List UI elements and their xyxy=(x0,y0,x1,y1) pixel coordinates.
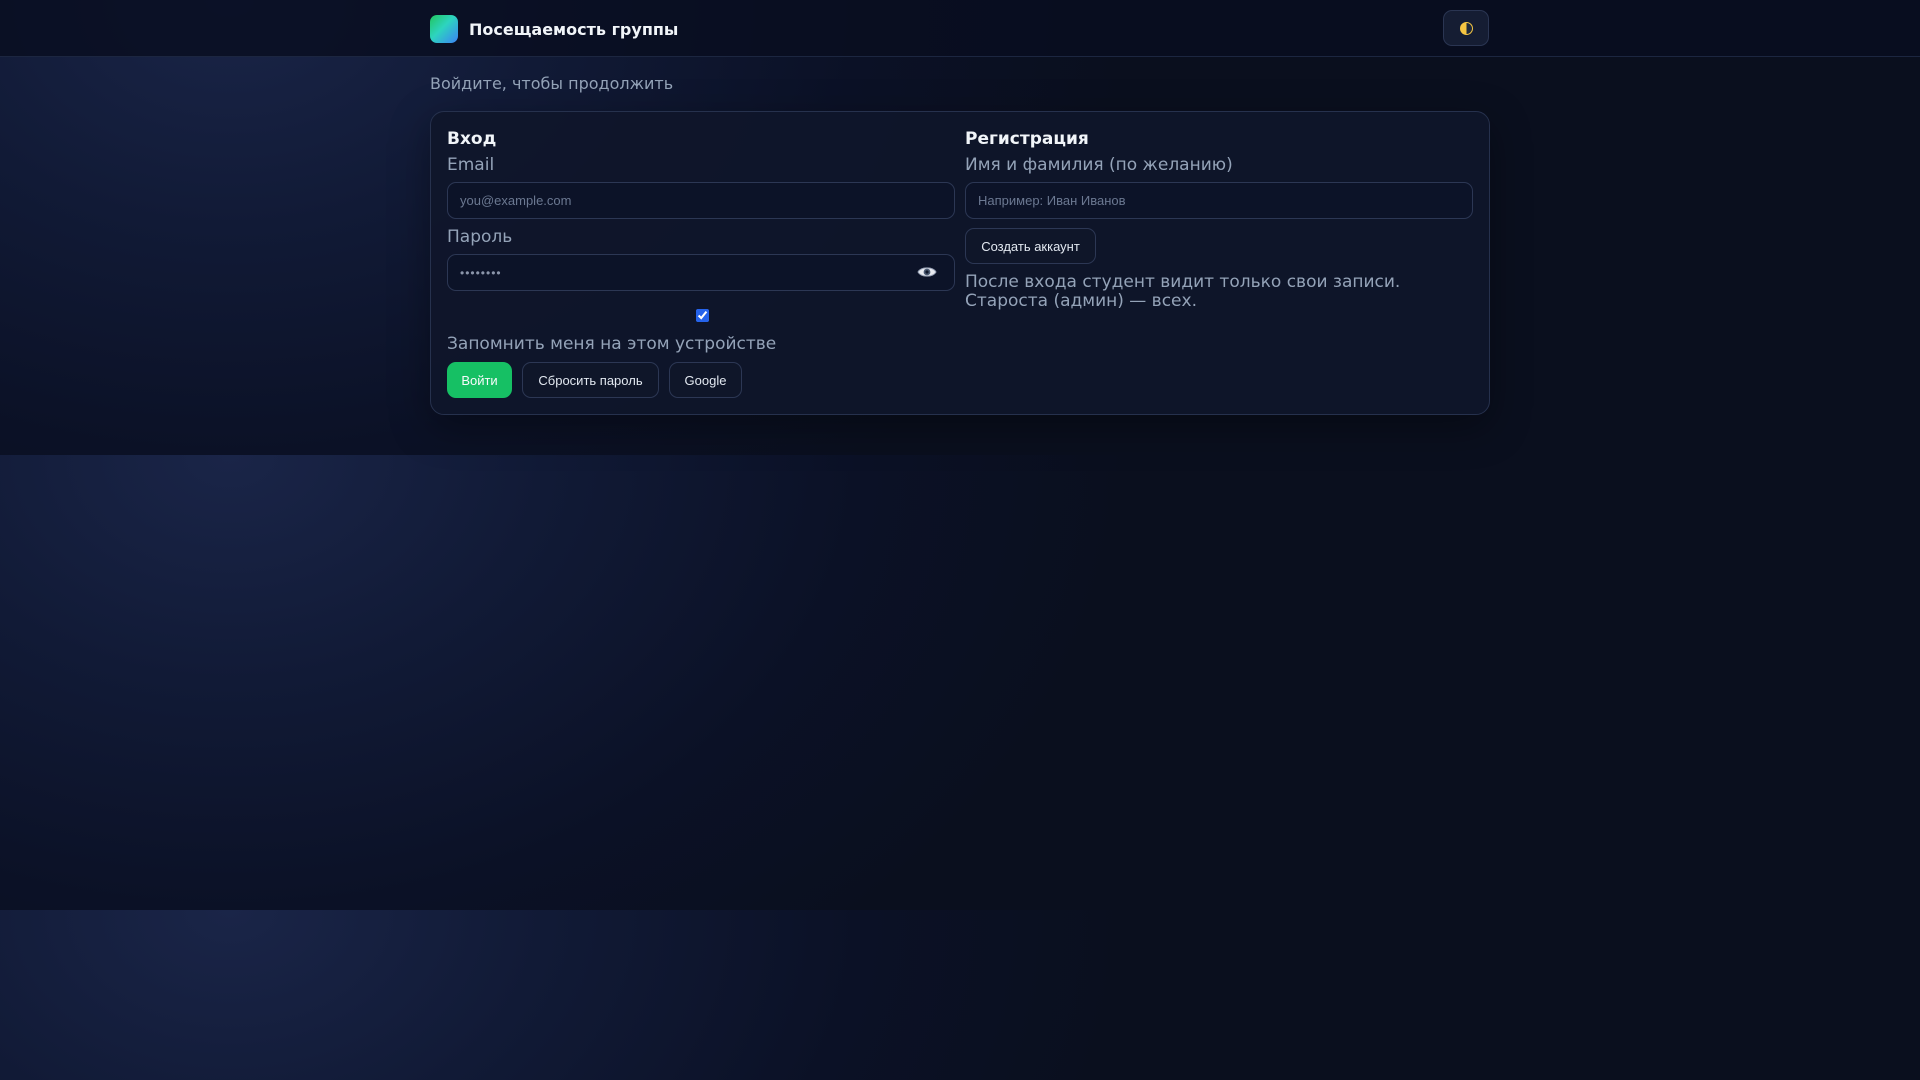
create-account-button[interactable]: Создать аккаунт xyxy=(965,228,1096,264)
password-input[interactable] xyxy=(447,254,955,291)
full-name-label: Имя и фамилия (по желанию) xyxy=(965,155,1233,175)
access-note: После входа студент видит только свои за… xyxy=(965,272,1401,311)
email-input[interactable] xyxy=(447,182,955,219)
background-band xyxy=(0,910,1920,1080)
app-logo-icon xyxy=(430,15,458,43)
email-label: Email xyxy=(447,155,495,175)
top-bar: Посещаемость группы xyxy=(0,0,1920,57)
page-subtitle: Войдите, чтобы продолжить xyxy=(430,74,674,93)
half-moon-icon xyxy=(1459,21,1473,35)
brand: Посещаемость группы xyxy=(430,15,678,43)
register-title: Регистрация xyxy=(965,129,1089,149)
login-button[interactable]: Войти xyxy=(447,362,512,398)
app-title: Посещаемость группы xyxy=(469,19,679,39)
theme-toggle-button[interactable] xyxy=(1443,10,1489,46)
remember-me-label: Запомнить меня на этом устройстве xyxy=(447,334,777,354)
login-title: Вход xyxy=(447,129,497,149)
eye-icon[interactable] xyxy=(916,261,938,283)
google-login-button[interactable]: Google xyxy=(669,362,742,398)
password-label: Пароль xyxy=(447,227,513,247)
reset-password-button[interactable]: Сбросить пароль xyxy=(522,362,659,398)
remember-me-checkbox[interactable] xyxy=(696,309,709,322)
auth-card: Вход Email Пароль Запомнить меня на этом… xyxy=(430,111,1490,415)
full-name-input[interactable] xyxy=(965,182,1473,219)
background-band xyxy=(0,455,1920,910)
